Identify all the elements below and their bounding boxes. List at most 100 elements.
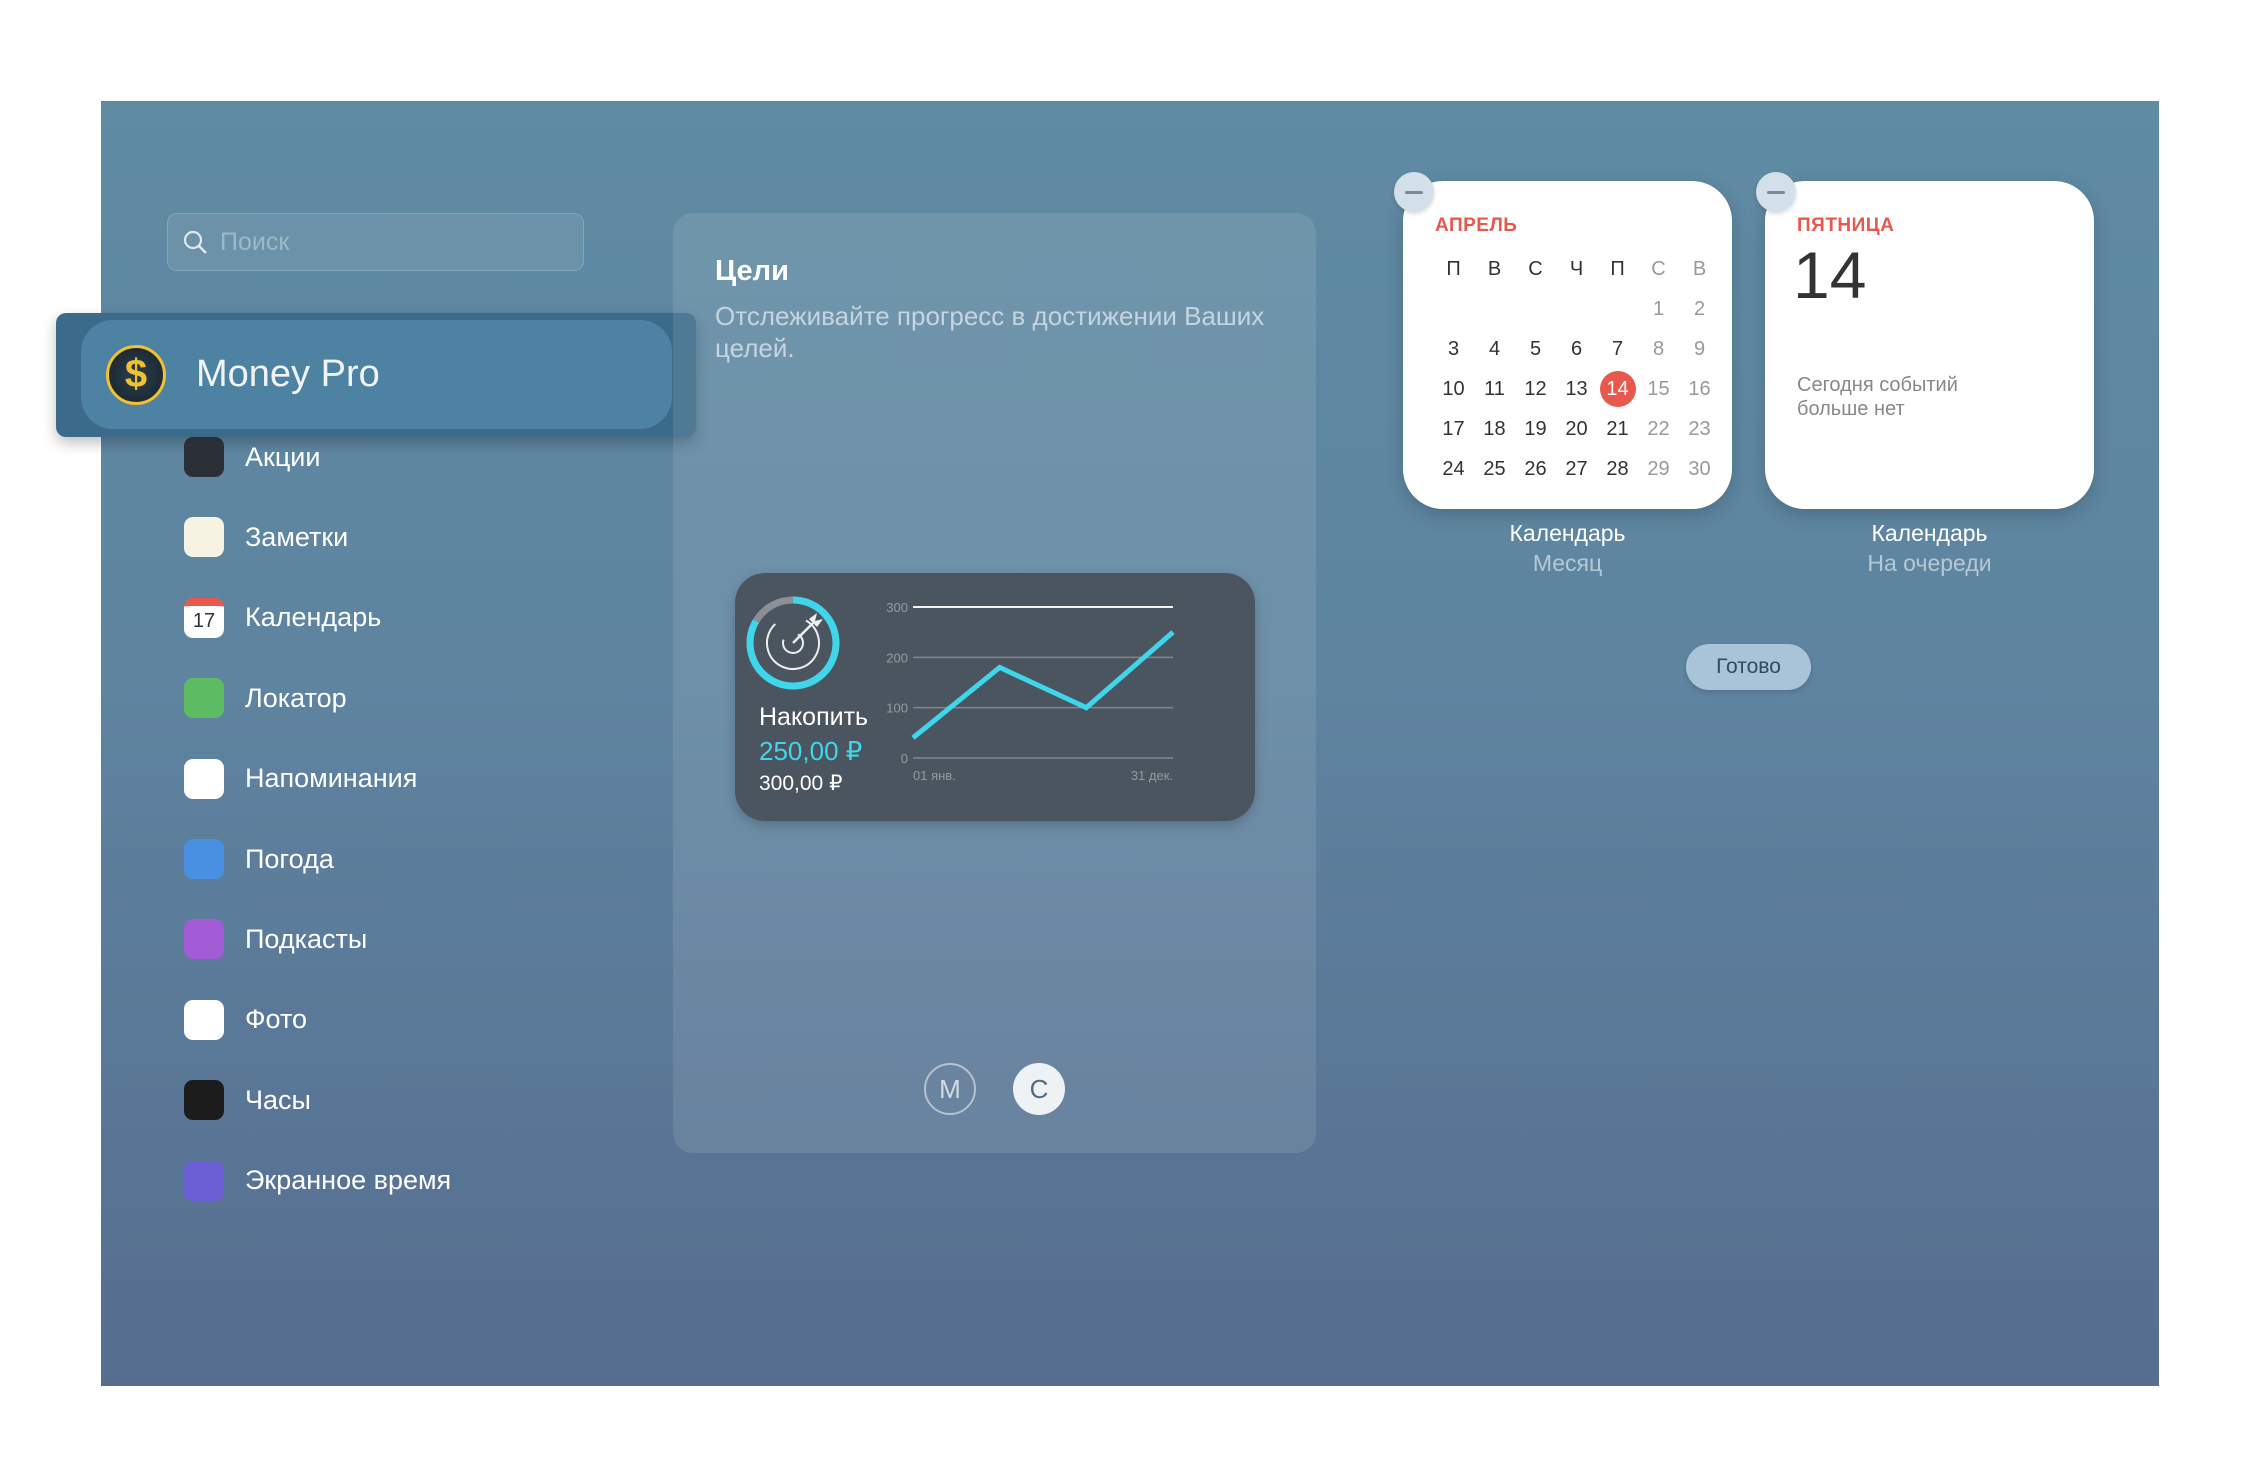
day-cell: 13 xyxy=(1565,377,1588,400)
selected-app-name: Money Pro xyxy=(196,353,380,395)
widget-name: Календарь xyxy=(1871,520,1988,546)
widget-kind: На очереди xyxy=(1867,550,1992,576)
size-m-button[interactable]: M xyxy=(924,1063,976,1115)
app-item[interactable]: Фото xyxy=(184,998,307,1042)
done-label: Готово xyxy=(1716,655,1781,678)
photos-icon xyxy=(184,999,224,1040)
preview-subtitle: Отслеживайте прогресс в достижении Ваших… xyxy=(715,301,1265,363)
hourglass-icon xyxy=(184,1160,224,1201)
series-line xyxy=(911,630,1175,740)
weekday-header: В xyxy=(1487,257,1502,280)
month-label: АПРЕЛЬ xyxy=(1435,215,1518,236)
search-placeholder: Поиск xyxy=(220,227,290,256)
selected-app-money-pro[interactable]: $ Money Pro xyxy=(81,320,672,429)
y-tick-label: 200 xyxy=(886,650,908,665)
day-cell: 3 xyxy=(1447,337,1460,360)
app-item-label: Фото xyxy=(245,1004,308,1035)
goal-target: 300,00 ₽ xyxy=(759,772,843,795)
app-item[interactable]: Экранное время xyxy=(184,1159,451,1203)
app-item[interactable]: Акции xyxy=(184,435,320,479)
widget-name: Календарь xyxy=(1509,520,1626,546)
weekday-header: С xyxy=(1528,257,1543,280)
app-item[interactable]: Заметки xyxy=(184,515,348,559)
day-cell: 8 xyxy=(1652,337,1665,360)
search-input[interactable]: Поиск xyxy=(167,213,584,271)
app-item[interactable]: Локатор xyxy=(184,676,347,720)
day-cell: 5 xyxy=(1529,337,1542,360)
app-item-label: Локатор xyxy=(245,682,347,713)
widget-caption: Календарь Месяц xyxy=(1403,518,1732,578)
find-my-icon xyxy=(184,678,224,719)
app-item-label: Напоминания xyxy=(245,763,418,794)
widget-kind: Месяц xyxy=(1532,550,1603,576)
app-item-label: Подкасты xyxy=(245,923,368,954)
app-item[interactable]: Часы xyxy=(184,1078,311,1122)
clock-icon xyxy=(184,1080,224,1121)
day-cell: 17 xyxy=(1442,417,1465,440)
day-cell: 29 xyxy=(1647,457,1670,480)
app-item[interactable]: Подкасты xyxy=(184,917,367,961)
app-item-label: Экранное время xyxy=(245,1165,452,1196)
search-icon xyxy=(183,230,207,254)
calendar-icon: 17 xyxy=(184,597,224,638)
day-cell: 30 xyxy=(1688,457,1711,480)
day-cell: 14 xyxy=(1597,371,1638,407)
weekday-label: ПЯТНИЦА xyxy=(1797,215,1895,236)
day-cell: 20 xyxy=(1565,417,1588,440)
day-cell: 15 xyxy=(1647,377,1670,400)
remove-widget-button[interactable] xyxy=(1394,172,1434,212)
app-item[interactable]: Напоминания xyxy=(184,757,417,801)
calendar-upnext-widget[interactable]: ПЯТНИЦА 14 Сегодня событий больше нет xyxy=(1765,181,2094,509)
podcasts-icon xyxy=(184,919,224,960)
day-cell: 24 xyxy=(1442,457,1465,480)
app-item-label: Погода xyxy=(245,843,334,874)
app-item-label: Заметки xyxy=(245,521,349,552)
day-cell: 10 xyxy=(1442,377,1465,400)
goal-current: 250,00 ₽ xyxy=(759,736,863,766)
day-cell: 4 xyxy=(1488,337,1501,360)
weekday-header: С xyxy=(1651,257,1666,280)
x-tick-label: 31 дек. xyxy=(1131,768,1173,783)
month-grid: П В С Ч П С В 1 2 3 4 5 6 7 8 9 10 11 12 13 14 15 16 17 18 19 20 21… xyxy=(1433,249,1720,489)
day-cell: 27 xyxy=(1565,457,1588,480)
size-c-label: C xyxy=(1029,1073,1049,1104)
app-item[interactable]: Погода xyxy=(184,837,334,881)
no-events-note: Сегодня событий больше нет xyxy=(1797,374,1958,420)
x-tick-label: 01 янв. xyxy=(913,768,956,783)
dollar-coin-icon: $ xyxy=(106,344,166,405)
day-cell: 26 xyxy=(1524,457,1547,480)
day-cell: 25 xyxy=(1483,457,1506,480)
app-item-label: Акции xyxy=(245,441,321,472)
goals-widget-preview[interactable]: 0 100 200 300 01 янв. 31 дек. Накопить 250,00… xyxy=(735,573,1255,821)
minus-icon xyxy=(1767,190,1785,194)
app-item-label: Часы xyxy=(245,1084,311,1115)
reminders-icon xyxy=(184,758,224,799)
day-cell: 21 xyxy=(1606,417,1629,440)
weather-icon xyxy=(184,839,224,879)
day-cell: 19 xyxy=(1524,417,1547,440)
day-cell: 23 xyxy=(1688,417,1711,440)
remove-widget-button[interactable] xyxy=(1756,172,1796,212)
day-cell: 7 xyxy=(1611,337,1624,360)
widget-caption: Календарь На очереди xyxy=(1765,518,2094,578)
stocks-icon xyxy=(184,437,224,477)
day-cell: 11 xyxy=(1484,377,1505,400)
preview-title: Цели xyxy=(715,255,789,287)
app-item[interactable]: 17 Календарь xyxy=(184,596,381,640)
day-cell: 6 xyxy=(1570,337,1583,360)
y-tick-label: 100 xyxy=(886,701,908,716)
size-c-button[interactable]: C xyxy=(1013,1063,1065,1115)
day-cell: 12 xyxy=(1524,377,1547,400)
done-button[interactable]: Готово xyxy=(1686,644,1811,690)
weekday-header: П xyxy=(1446,257,1461,280)
size-m-label: M xyxy=(939,1073,961,1104)
calendar-month-widget[interactable]: АПРЕЛЬ П В С Ч П С В 1 2 3 4 5 6 7 8 9 10 11 12 13 14 15 16 17 1… xyxy=(1403,181,1732,509)
day-cell: 22 xyxy=(1647,417,1670,440)
weekday-header: П xyxy=(1610,257,1625,280)
minus-icon xyxy=(1405,190,1423,194)
app-item-label: Календарь xyxy=(245,602,382,633)
y-tick-label: 0 xyxy=(901,751,908,766)
day-cell: 2 xyxy=(1693,297,1706,320)
day-cell: 18 xyxy=(1483,417,1506,440)
goal-label: Накопить xyxy=(759,703,869,731)
